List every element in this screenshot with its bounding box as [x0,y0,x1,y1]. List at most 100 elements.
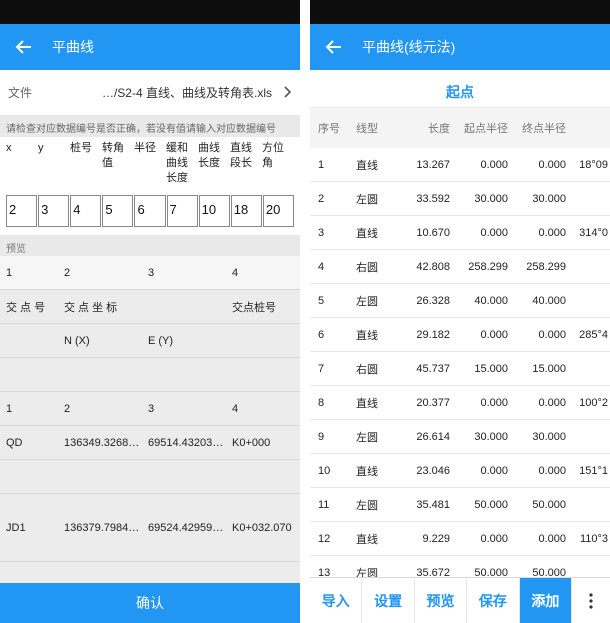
table-cell: 3 [148,267,232,279]
column-index-input[interactable]: 5 [102,195,133,227]
table-row[interactable]: 11左圆35.48150.00050.000 [310,488,610,522]
column-header: 转角值 [102,141,134,189]
column-index-input[interactable]: 7 [167,195,198,227]
more-vertical-icon[interactable] [572,578,610,623]
table-cell: 50.000 [450,499,508,511]
table-cell: 151°1 [566,465,610,477]
chevron-right-icon [276,85,292,101]
import-button[interactable]: 导入 [310,578,362,623]
add-button[interactable]: 添加 [520,578,572,623]
table-cell: 交 点 号 [6,299,64,315]
table-row[interactable]: 4右圆42.808258.299258.299 [310,250,610,284]
divider [300,0,310,623]
table-cell: 20.377 [402,397,450,409]
column-map-headers: xy桩号转角值半径缓和曲线长度曲线长度直线段长方位角 [0,137,300,189]
table-cell: 18°09 [566,159,610,171]
table-cell: 0.000 [450,329,508,341]
table-row: 1234 [0,256,300,290]
column-index-input[interactable]: 20 [263,195,294,227]
column-header: y [38,141,70,189]
column-header: 线型 [350,120,402,136]
table-cell: N (X) [64,335,148,347]
column-index-input[interactable]: 6 [134,195,165,227]
table-cell: 69524.42959… [148,522,232,534]
table-row[interactable]: 9左圆26.61430.00030.000 [310,420,610,454]
table-cell: 29.182 [402,329,450,341]
bottom-toolbar: 导入设置预览保存添加 [310,577,610,623]
table-cell: 258.299 [450,261,508,273]
table-cell: 1 [6,267,64,279]
table-row: 1234 [0,392,300,426]
table-row[interactable]: 3直线10.6700.0000.000314°0 [310,216,610,250]
table-row [0,358,300,392]
preview-button[interactable]: 预览 [415,578,467,623]
table-cell: 0.000 [508,397,566,409]
settings-button[interactable]: 设置 [362,578,414,623]
column-header: 缓和曲线长度 [166,141,198,189]
table-cell: 40.000 [450,295,508,307]
table-cell: 0.000 [450,465,508,477]
table-cell: 33.592 [402,193,450,205]
column-header: 长度 [402,120,450,136]
table-row[interactable]: 1直线13.2670.0000.00018°09 [310,148,610,182]
table-row[interactable]: 12直线9.2290.0000.000110°3 [310,522,610,556]
status-bar [310,0,610,24]
table-cell: 直线 [350,157,402,173]
start-point-button[interactable]: 起点 [310,76,610,108]
table-cell: 左圆 [350,293,402,309]
table-cell: 4 [232,403,300,415]
table-row: 交 点 号交 点 坐 标交点桩号 [0,290,300,324]
table-cell: 0.000 [508,533,566,545]
table-row[interactable]: 5左圆26.32840.00040.000 [310,284,610,318]
arrow-left-icon[interactable] [14,37,34,57]
table-row[interactable]: 6直线29.1820.0000.000285°4 [310,318,610,352]
page-title: 平曲线(线元法) [362,37,455,57]
page-title: 平曲线 [52,37,94,57]
column-index-input[interactable]: 3 [38,195,69,227]
table-cell: 15.000 [450,363,508,375]
table-cell: 0.000 [450,397,508,409]
table-cell: 5 [310,295,350,307]
table-cell: 13.267 [402,159,450,171]
right-screen: 平曲线(线元法) 起点 序号线型长度起点半径终点半径 1直线13.2670.00… [310,0,610,623]
preview-label: 预览 [0,235,300,256]
column-index-input[interactable]: 4 [70,195,101,227]
table-cell: 左圆 [350,191,402,207]
table-row: QD136349.3268…69514.43203…K0+000 [0,426,300,460]
file-selector[interactable]: 文件 …/S2-4 直线、曲线及转角表.xls [0,70,300,116]
arrow-left-icon[interactable] [324,37,344,57]
table-cell: 23.046 [402,465,450,477]
table-cell: 50.000 [508,499,566,511]
table-row[interactable]: 2左圆33.59230.00030.000 [310,182,610,216]
status-bar [0,0,300,24]
table-cell: 285°4 [566,329,610,341]
save-button[interactable]: 保存 [467,578,519,623]
column-index-input[interactable]: 18 [231,195,262,227]
table-cell: 110°3 [566,533,610,545]
table-cell: 136349.3268… [64,437,148,449]
table-cell: 交点桩号 [232,299,300,315]
table-row[interactable]: 10直线23.0460.0000.000151°1 [310,454,610,488]
table-cell: 69514.43203… [148,437,232,449]
table-cell: 30.000 [450,193,508,205]
column-index-input[interactable]: 2 [6,195,37,227]
table-row[interactable]: 7右圆45.73715.00015.000 [310,352,610,386]
table-cell: 0.000 [450,533,508,545]
app-bar: 平曲线(线元法) [310,24,610,70]
table-row[interactable]: 8直线20.3770.0000.000100°2 [310,386,610,420]
table-cell: 30.000 [450,431,508,443]
table-cell: 7 [310,363,350,375]
confirm-button[interactable]: 确认 [0,583,300,623]
column-index-input[interactable]: 10 [199,195,230,227]
table-cell: 直线 [350,327,402,343]
preview-table: 1234交 点 号交 点 坐 标交点桩号N (X)E (Y)1234QD1363… [0,256,300,623]
element-table: 1直线13.2670.0000.00018°092左圆33.59230.0003… [310,148,610,590]
table-cell: 右圆 [350,259,402,275]
table-row [0,460,300,494]
table-cell: 4 [232,267,300,279]
app-bar: 平曲线 [0,24,300,70]
table-cell: 40.000 [508,295,566,307]
table-cell: 直线 [350,225,402,241]
table-cell: 10.670 [402,227,450,239]
table-cell: 3 [310,227,350,239]
